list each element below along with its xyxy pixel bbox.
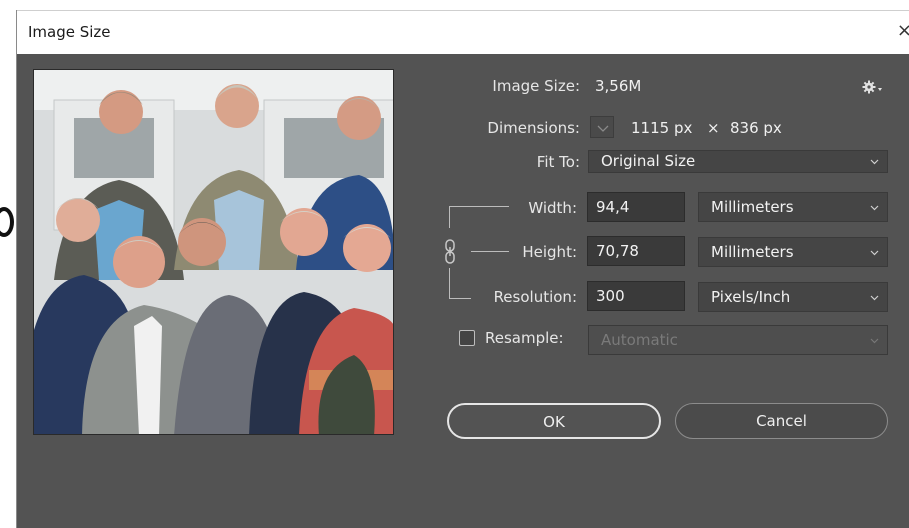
height-input[interactable]: 70,78 bbox=[587, 236, 685, 266]
close-icon[interactable]: × bbox=[897, 20, 909, 41]
fit-to-value: Original Size bbox=[601, 152, 696, 170]
width-label: Width: bbox=[528, 199, 577, 217]
image-size-dialog: Image Size × Image Size: 3,56M Dimension… bbox=[16, 10, 909, 528]
cancel-button[interactable]: Cancel bbox=[675, 403, 888, 439]
width-unit-value: Millimeters bbox=[711, 198, 794, 216]
chevron-down-icon bbox=[870, 205, 879, 211]
dimensions-width-value: 1115 px bbox=[631, 119, 693, 137]
image-size-value: 3,56M bbox=[595, 77, 642, 95]
width-unit-dropdown[interactable]: Millimeters bbox=[698, 192, 888, 222]
dimensions-label: Dimensions: bbox=[487, 119, 580, 137]
resolution-label: Resolution: bbox=[493, 288, 577, 306]
dimensions-height-value: 836 px bbox=[730, 119, 782, 137]
link-bracket-bottom bbox=[449, 268, 450, 298]
height-label: Height: bbox=[522, 243, 577, 261]
resample-label: Resample: bbox=[485, 329, 564, 347]
resolution-unit-dropdown[interactable]: Pixels/Inch bbox=[698, 282, 888, 312]
resample-method-value: Automatic bbox=[601, 331, 678, 349]
resample-checkbox[interactable] bbox=[459, 330, 475, 346]
preview-photo bbox=[34, 70, 393, 434]
image-size-label: Image Size: bbox=[492, 77, 580, 95]
window-title: Image Size bbox=[28, 23, 111, 41]
resample-method-dropdown[interactable]: Automatic bbox=[588, 325, 888, 355]
fit-to-dropdown[interactable]: Original Size bbox=[588, 150, 888, 173]
dimensions-unit-dropdown[interactable] bbox=[590, 116, 614, 138]
height-unit-dropdown[interactable]: Millimeters bbox=[698, 237, 888, 267]
fit-to-label: Fit To: bbox=[536, 153, 580, 171]
link-bracket-top bbox=[449, 206, 450, 228]
gear-icon[interactable] bbox=[861, 78, 887, 96]
chain-link-icon[interactable] bbox=[443, 238, 457, 266]
width-input[interactable]: 94,4 bbox=[587, 192, 685, 222]
ok-button[interactable]: OK bbox=[447, 403, 661, 439]
chevron-down-icon bbox=[870, 338, 879, 344]
image-preview[interactable] bbox=[33, 69, 394, 435]
chevron-down-icon bbox=[870, 250, 879, 256]
chevron-down-icon bbox=[870, 159, 879, 165]
height-unit-value: Millimeters bbox=[711, 243, 794, 261]
dimensions-times: × bbox=[707, 119, 720, 137]
resolution-unit-value: Pixels/Inch bbox=[711, 288, 791, 306]
chevron-down-icon bbox=[597, 125, 609, 132]
chevron-down-icon bbox=[870, 295, 879, 301]
title-bar: Image Size × bbox=[17, 10, 909, 54]
background-left-strip bbox=[0, 0, 16, 528]
resolution-input[interactable]: 300 bbox=[587, 281, 685, 311]
